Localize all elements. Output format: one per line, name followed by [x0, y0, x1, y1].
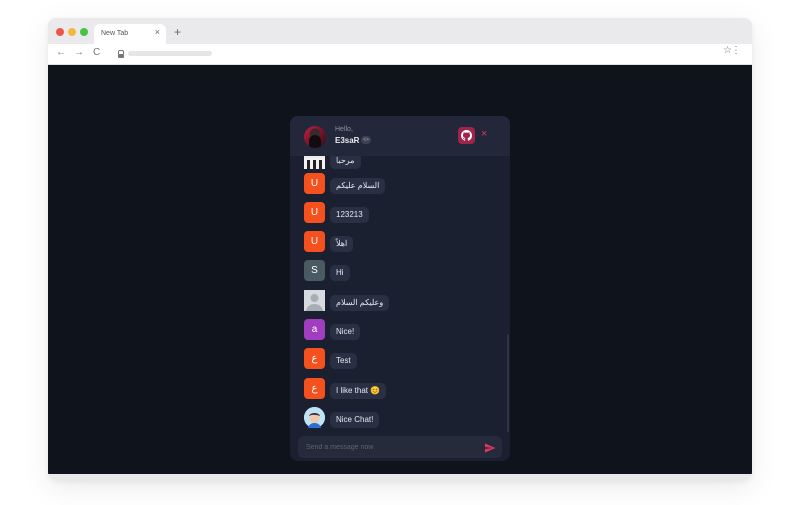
tab-close-icon[interactable]: × — [155, 28, 160, 37]
message-text: Hi — [330, 265, 350, 281]
page-viewport: Hello, E3saR <> × مرحبا U السلام عليكم U… — [48, 65, 752, 474]
user-photo-icon — [304, 158, 325, 169]
default-user-icon — [304, 290, 325, 311]
lock-icon — [118, 50, 124, 58]
avatar: U — [304, 202, 325, 223]
github-icon — [461, 130, 472, 141]
avatar: U — [304, 173, 325, 194]
message-text: السلام عليكم — [330, 178, 386, 194]
avatar — [304, 407, 325, 428]
avatar: S — [304, 260, 325, 281]
browser-toolbar: ← → C — [48, 44, 752, 65]
message-composer — [298, 436, 502, 458]
avatar: ع — [304, 348, 325, 369]
illustrated-avatar-icon — [304, 407, 325, 428]
tab-bar: New Tab × + — [48, 18, 752, 44]
user-avatar — [304, 126, 326, 148]
tab-title: New Tab — [101, 30, 129, 37]
message-input[interactable] — [306, 440, 476, 454]
chat-header: Hello, E3saR <> × — [290, 116, 510, 156]
chat-widget: Hello, E3saR <> × مرحبا U السلام عليكم U… — [290, 116, 510, 461]
address-bar[interactable] — [114, 48, 734, 60]
forward-arrow-icon[interactable]: → — [74, 47, 84, 59]
message-list[interactable]: مرحبا U السلام عليكم U 123213 U اهلاً S … — [290, 156, 510, 433]
browser-menu-icon[interactable]: ⋮ — [731, 46, 741, 56]
avatar: ع — [304, 378, 325, 399]
reload-icon[interactable]: C — [93, 47, 100, 59]
avatar: a — [304, 319, 325, 340]
window-close-dot[interactable] — [56, 28, 64, 36]
code-badge-icon: <> — [361, 136, 371, 144]
message-text: Test — [330, 353, 357, 369]
message-scrollbar[interactable] — [507, 334, 509, 432]
close-chat-icon[interactable]: × — [481, 128, 487, 141]
avatar — [304, 156, 325, 169]
avatar: U — [304, 231, 325, 252]
window-maximize-dot[interactable] — [80, 28, 88, 36]
browser-tab[interactable]: New Tab × — [94, 24, 166, 44]
send-icon — [485, 443, 496, 453]
browser-window: New Tab × + ← → C ☆ ⋮ Hello, E3saR <> × … — [48, 18, 752, 480]
message-text: اهلاً — [330, 236, 354, 252]
back-arrow-icon[interactable]: ← — [56, 47, 66, 59]
url-placeholder-bar — [128, 51, 212, 56]
github-button[interactable] — [458, 127, 475, 144]
message-text: 123213 — [330, 207, 369, 223]
message-text: مرحبا — [330, 156, 361, 169]
greeting-label: Hello, — [335, 126, 353, 133]
message-text: وعليكم السلام — [330, 295, 390, 311]
window-minimize-dot[interactable] — [68, 28, 76, 36]
message-text: I like that 😊 — [330, 383, 387, 399]
new-tab-icon[interactable]: + — [174, 26, 181, 38]
message-text: Nice! — [330, 324, 361, 340]
username-label: E3saR — [335, 136, 360, 145]
avatar — [304, 290, 325, 311]
send-button[interactable] — [484, 441, 496, 453]
message-text: Nice Chat! — [330, 412, 380, 428]
